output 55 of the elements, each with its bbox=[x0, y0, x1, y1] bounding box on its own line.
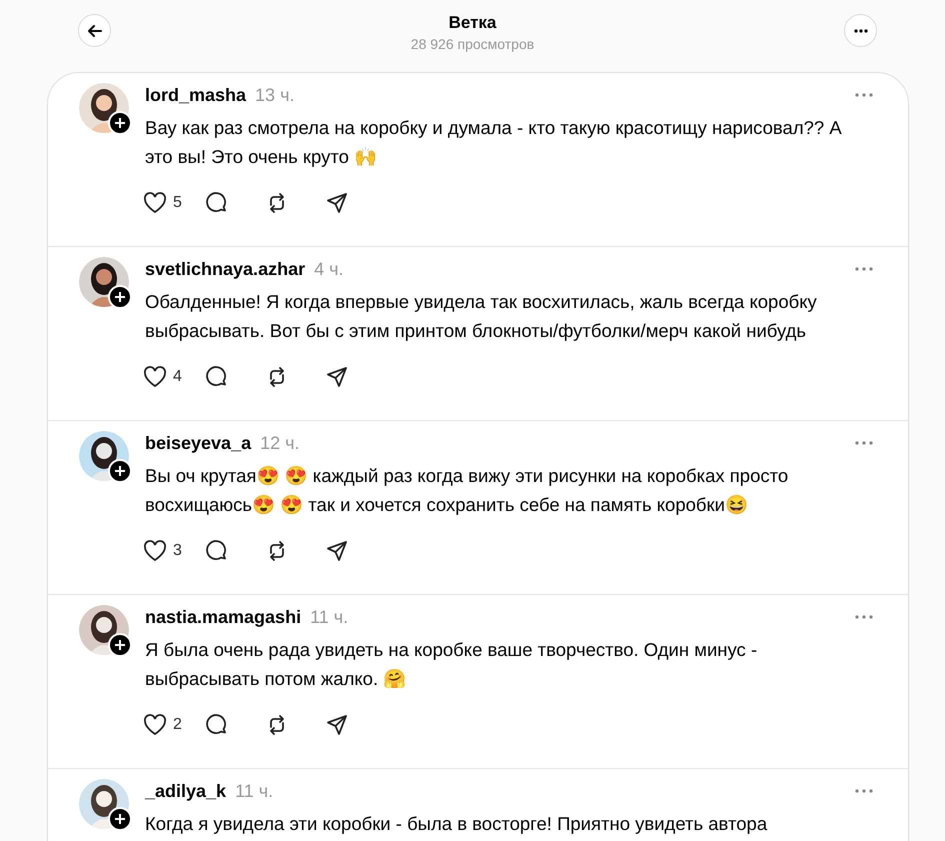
comment-icon bbox=[205, 539, 229, 563]
like-button[interactable]: 5 bbox=[143, 191, 205, 215]
share-button[interactable] bbox=[325, 191, 349, 215]
comment-icon bbox=[205, 713, 229, 737]
plus-icon[interactable] bbox=[108, 807, 132, 831]
back-arrow-icon bbox=[86, 22, 102, 38]
comment-text: Вы оч крутая😍 😍 каждый раз когда вижу эти рисунки на коробках просто восхищаюсь😍 😍 так и хочется сохранить себе на память коробки😆 bbox=[145, 464, 790, 517]
share-button[interactable] bbox=[325, 365, 349, 389]
reply-button[interactable] bbox=[205, 191, 229, 215]
post-time: 12 ч. bbox=[260, 432, 300, 454]
comment-text: Когда я увидела эти коробки - была в восторге! Приятно увидеть автора bbox=[145, 812, 768, 836]
send-icon bbox=[325, 365, 349, 389]
username[interactable]: _adilya_k bbox=[145, 778, 226, 804]
username[interactable]: nastia.mamagashi bbox=[145, 604, 302, 630]
reply-button[interactable] bbox=[205, 539, 229, 563]
more-icon[interactable] bbox=[855, 441, 873, 445]
username[interactable]: beiseyeva_a bbox=[145, 430, 252, 456]
heart-icon bbox=[143, 714, 167, 736]
heart-icon bbox=[143, 366, 167, 388]
comment-text: Вау как раз смотрела на коробку и думала - кто такую красотищу нарисовал?? А это вы! Это очень круто 🙌 bbox=[145, 116, 843, 169]
heart-icon bbox=[143, 540, 167, 562]
post-time: 11 ч. bbox=[235, 780, 274, 802]
more-button[interactable] bbox=[844, 14, 877, 47]
view-count: 28 926 просмотров bbox=[410, 35, 534, 54]
plus-icon[interactable] bbox=[108, 459, 132, 483]
page-title: Ветка bbox=[448, 12, 496, 34]
share-button[interactable] bbox=[325, 713, 349, 737]
reply-button[interactable] bbox=[205, 713, 229, 737]
post-time: 13 ч. bbox=[255, 84, 294, 106]
post-time: 11 ч. bbox=[310, 606, 348, 628]
username[interactable]: svetlichnaya.azhar bbox=[145, 256, 306, 282]
like-button[interactable]: 4 bbox=[143, 365, 205, 389]
comment-text: Обалденные! Я когда впервые увидела так восхитилась, жаль всегда коробку выбрасывать. Вот бы с этим принтом блокноты/футболки/мерч какой нибудь bbox=[145, 290, 818, 343]
back-button[interactable] bbox=[78, 14, 111, 47]
plus-icon[interactable] bbox=[108, 285, 132, 309]
like-button[interactable]: 3 bbox=[143, 539, 205, 563]
comment-text: Я была очень рада увидеть на коробке ваше творчество. Один минус - выбрасывать потом жалко. 🤗 bbox=[145, 638, 758, 691]
more-icon[interactable] bbox=[855, 267, 873, 271]
post-time: 4 ч. bbox=[314, 258, 344, 280]
send-icon bbox=[325, 539, 349, 563]
comment-icon bbox=[205, 191, 229, 215]
more-icon[interactable] bbox=[855, 789, 873, 793]
share-button[interactable] bbox=[325, 539, 349, 563]
more-icon[interactable] bbox=[855, 615, 873, 619]
username[interactable]: lord_masha bbox=[145, 82, 246, 108]
more-icon[interactable] bbox=[855, 93, 873, 97]
reply-button[interactable] bbox=[205, 365, 229, 389]
comment-icon bbox=[205, 365, 229, 389]
more-icon bbox=[854, 28, 868, 32]
heart-icon bbox=[143, 192, 167, 214]
plus-icon[interactable] bbox=[108, 111, 132, 135]
send-icon bbox=[325, 191, 349, 215]
send-icon bbox=[325, 713, 349, 737]
plus-icon[interactable] bbox=[108, 633, 132, 657]
like-button[interactable]: 2 bbox=[143, 713, 205, 737]
